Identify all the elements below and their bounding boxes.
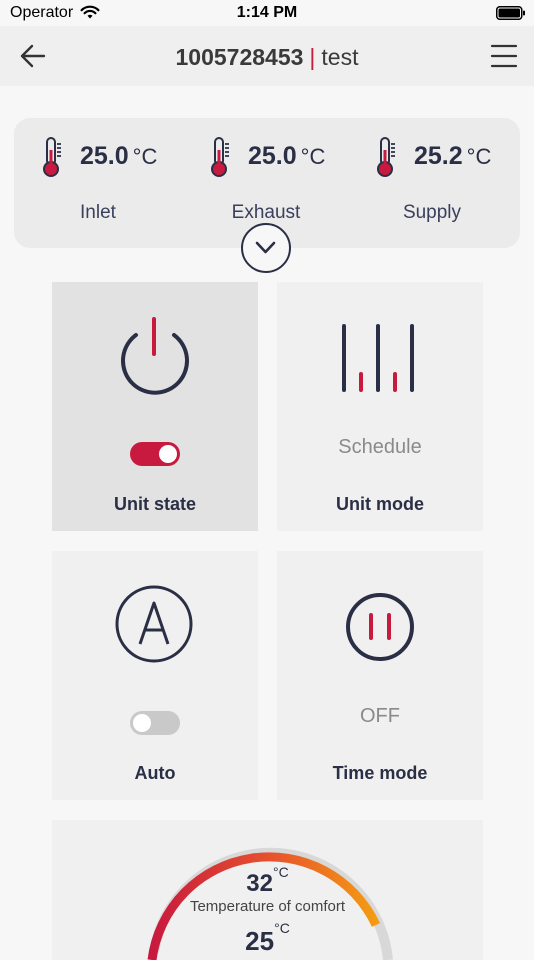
thermometer-icon <box>374 136 398 183</box>
title-separator: | <box>309 44 316 70</box>
battery-icon <box>496 6 526 25</box>
status-bar: Operator 1:14 PM <box>0 0 534 26</box>
comfort-label: Temperature of comfort <box>189 898 346 915</box>
unit-state-tile[interactable]: Unit state <box>52 282 258 531</box>
comfort-current-unit: °C <box>274 920 290 936</box>
time-mode-tile[interactable]: OFF Time mode <box>277 551 483 800</box>
temp-unit: °C <box>132 144 158 169</box>
comfort-current-number: 25 <box>245 926 275 956</box>
thermometer-icon <box>208 136 232 183</box>
thermometer-icon <box>40 136 64 183</box>
auto-label: Auto <box>134 763 176 783</box>
temp-unit: °C <box>466 144 492 169</box>
time-mode-label: Time mode <box>332 763 428 783</box>
unit-state-toggle[interactable] <box>130 442 180 466</box>
temp-number: 25.0 <box>248 142 297 170</box>
pause-circle-icon <box>277 551 483 686</box>
hamburger-menu-icon <box>490 44 518 68</box>
letter-a-circle-icon <box>52 551 258 686</box>
bars-icon <box>277 282 483 417</box>
temp-inlet: 25.0 °C Inlet <box>14 136 182 236</box>
unit-mode-status: Schedule <box>338 436 422 458</box>
comfort-gauge-card: 32°C Temperature of comfort 25°C <box>52 820 483 960</box>
auto-toggle[interactable] <box>130 711 180 735</box>
toggle-knob <box>133 714 151 732</box>
page-title: 1005728453 | test <box>0 42 534 72</box>
time-mode-status: OFF <box>360 705 400 727</box>
comfort-current-value: 25°C <box>52 920 483 957</box>
device-name: test <box>321 44 359 70</box>
menu-button[interactable] <box>490 42 518 70</box>
temp-value: 25.0 °C <box>248 142 325 171</box>
temp-unit: °C <box>300 144 326 169</box>
temp-label: Supply <box>402 202 462 223</box>
temp-exhaust: 25.0 °C Exhaust <box>182 136 350 236</box>
temp-number: 25.2 <box>414 142 463 170</box>
expand-button[interactable] <box>241 223 291 273</box>
temp-supply: 25.2 °C Supply <box>348 136 516 236</box>
unit-state-label: Unit state <box>113 494 196 514</box>
temp-value: 25.0 °C <box>80 142 157 171</box>
temp-number: 25.0 <box>80 142 129 170</box>
comfort-set-unit: °C <box>272 864 289 880</box>
comfort-set-value: 32°C <box>52 864 483 898</box>
power-icon <box>52 282 258 417</box>
temp-label: Inlet <box>80 202 116 223</box>
chevron-down-icon <box>255 241 276 254</box>
temp-value: 25.2 °C <box>414 142 491 171</box>
app-header: 1005728453 | test <box>0 26 534 86</box>
unit-mode-label: Unit mode <box>336 494 424 514</box>
clock: 1:14 PM <box>236 4 298 21</box>
toggle-knob <box>159 445 177 463</box>
auto-tile[interactable]: Auto <box>52 551 258 800</box>
device-id: 1005728453 <box>175 44 304 70</box>
temp-label: Exhaust <box>231 202 301 223</box>
comfort-set-number: 32 <box>246 870 273 897</box>
unit-mode-tile[interactable]: Schedule Unit mode <box>277 282 483 531</box>
